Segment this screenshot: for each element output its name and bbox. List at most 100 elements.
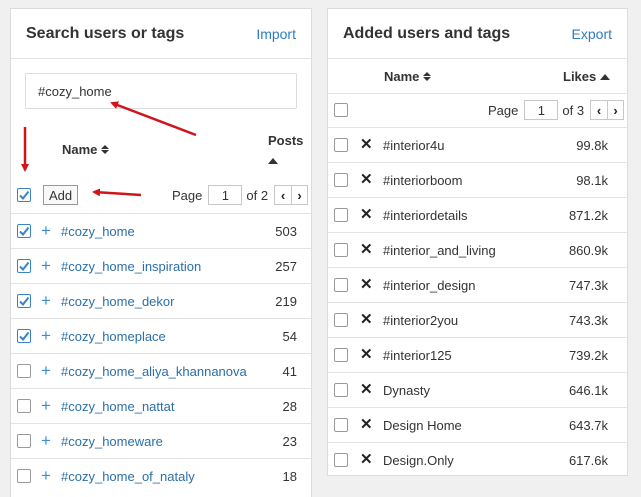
plus-icon[interactable]: +	[41, 327, 51, 344]
tag-row[interactable]: + #cozy_home_nattat 28	[11, 388, 311, 423]
plus-icon[interactable]: +	[41, 467, 51, 484]
search-input[interactable]	[25, 73, 297, 109]
tag-row[interactable]: + #cozy_home_aliya_khannanova 41	[11, 353, 311, 388]
tag-row[interactable]: + #cozy_home_of_nataly 18	[11, 458, 311, 493]
post-count: 54	[282, 328, 297, 344]
tag-name: #interior_design	[383, 277, 476, 293]
added-row[interactable]: ✕ Design.Only 617.6k	[328, 442, 627, 477]
name-column-header[interactable]: Name	[62, 142, 110, 157]
post-count: 18	[282, 468, 297, 484]
tag-row[interactable]: + #cozy_home_inspiration 257	[11, 248, 311, 283]
plus-icon[interactable]: +	[41, 432, 51, 449]
added-row[interactable]: ✕ #interior_and_living 860.9k	[328, 232, 627, 267]
post-count: 219	[275, 293, 297, 309]
row-checkbox[interactable]	[334, 138, 348, 152]
tag-name[interactable]: #cozy_home_aliya_khannanova	[61, 364, 247, 379]
row-checkbox[interactable]	[17, 329, 31, 343]
row-checkbox[interactable]	[334, 278, 348, 292]
row-checkbox[interactable]	[334, 243, 348, 257]
page-total: of 2	[246, 187, 269, 203]
likes-count: 99.8k	[576, 137, 608, 153]
tag-name[interactable]: #cozy_home_inspiration	[61, 259, 201, 274]
tag-row[interactable]: + #cozy_home 503	[11, 213, 311, 248]
row-checkbox[interactable]	[17, 434, 31, 448]
page-nav: ‹ ›	[590, 100, 625, 120]
likes-column-label: Likes	[563, 69, 597, 84]
plus-icon[interactable]: +	[41, 257, 51, 274]
select-all-checkbox[interactable]	[17, 188, 31, 202]
plus-icon[interactable]: +	[41, 362, 51, 379]
close-icon[interactable]: ✕	[360, 347, 373, 362]
added-row[interactable]: ✕ Dynasty 646.1k	[328, 372, 627, 407]
chevron-left-icon[interactable]: ‹	[275, 186, 292, 204]
row-checkbox[interactable]	[334, 418, 348, 432]
chevron-right-icon[interactable]: ›	[607, 101, 624, 119]
close-icon[interactable]: ✕	[360, 172, 373, 187]
added-row[interactable]: ✕ #interiordetails 871.2k	[328, 197, 627, 232]
plus-icon[interactable]: +	[41, 397, 51, 414]
tag-row[interactable]: + #cozy_homeware 23	[11, 423, 311, 458]
likes-count: 98.1k	[576, 172, 608, 188]
page-number-input[interactable]	[524, 100, 559, 120]
left-pagination: Page of 2 ‹ ›	[172, 185, 309, 205]
tag-name[interactable]: #cozy_home_of_nataly	[61, 469, 195, 484]
close-icon[interactable]: ✕	[360, 207, 373, 222]
tag-row[interactable]: + #cozy_home_dekor 219	[11, 283, 311, 318]
row-checkbox[interactable]	[334, 173, 348, 187]
added-panel: Added users and tags Export Name Likes P…	[327, 8, 628, 476]
plus-icon[interactable]: +	[41, 222, 51, 239]
row-checkbox[interactable]	[17, 294, 31, 308]
posts-column-header[interactable]: Posts	[268, 133, 303, 164]
close-icon[interactable]: ✕	[360, 452, 373, 467]
added-row[interactable]: ✕ #interiorboom 98.1k	[328, 162, 627, 197]
import-link[interactable]: Import	[256, 26, 296, 42]
chevron-left-icon[interactable]: ‹	[591, 101, 608, 119]
tag-name[interactable]: #cozy_homeplace	[61, 329, 166, 344]
added-row[interactable]: ✕ #interior_design 747.3k	[328, 267, 627, 302]
likes-count: 646.1k	[568, 382, 608, 398]
row-checkbox[interactable]	[17, 259, 31, 273]
close-icon[interactable]: ✕	[360, 277, 373, 292]
tag-name[interactable]: #cozy_home_dekor	[61, 294, 174, 309]
export-link[interactable]: Export	[572, 26, 612, 42]
page-number-input[interactable]	[208, 185, 243, 205]
close-icon[interactable]: ✕	[360, 137, 373, 152]
added-row[interactable]: ✕ #interior125 739.2k	[328, 337, 627, 372]
tag-name[interactable]: #cozy_homeware	[61, 434, 163, 449]
page-total: of 3	[562, 102, 585, 118]
close-icon[interactable]: ✕	[360, 312, 373, 327]
row-checkbox[interactable]	[334, 208, 348, 222]
row-checkbox[interactable]	[17, 224, 31, 238]
tag-name[interactable]: #cozy_home	[61, 224, 135, 239]
row-checkbox[interactable]	[17, 399, 31, 413]
row-checkbox[interactable]	[334, 453, 348, 467]
likes-count: 743.3k	[568, 312, 608, 328]
added-row[interactable]: ✕ Design Home 643.7k	[328, 407, 627, 442]
page-label: Page	[172, 187, 203, 203]
tag-name[interactable]: #cozy_home_nattat	[61, 399, 174, 414]
page-label: Page	[488, 102, 519, 118]
select-all-added-checkbox[interactable]	[334, 103, 348, 117]
added-row[interactable]: ✕ #interior2you 743.3k	[328, 302, 627, 337]
tag-name: #interior4u	[383, 137, 445, 153]
tag-name: #interiordetails	[383, 207, 468, 223]
chevron-right-icon[interactable]: ›	[291, 186, 308, 204]
search-panel-header: Search users or tags Import	[11, 9, 311, 59]
close-icon[interactable]: ✕	[360, 242, 373, 257]
row-checkbox[interactable]	[334, 383, 348, 397]
close-icon[interactable]: ✕	[360, 382, 373, 397]
row-checkbox[interactable]	[334, 348, 348, 362]
plus-icon[interactable]: +	[41, 292, 51, 309]
added-name-column-header[interactable]: Name	[384, 69, 432, 84]
added-panel-title: Added users and tags	[343, 24, 511, 42]
add-button[interactable]: Add	[43, 185, 79, 205]
row-checkbox[interactable]	[17, 469, 31, 483]
row-checkbox[interactable]	[17, 364, 31, 378]
added-row[interactable]: ✕ #interior4u 99.8k	[328, 127, 627, 162]
tag-name: Dynasty	[383, 382, 430, 398]
added-header-row: Name Likes	[328, 59, 627, 94]
tag-row[interactable]: + #cozy_homeplace 54	[11, 318, 311, 353]
close-icon[interactable]: ✕	[360, 417, 373, 432]
row-checkbox[interactable]	[334, 313, 348, 327]
likes-column-header[interactable]: Likes	[563, 69, 611, 84]
